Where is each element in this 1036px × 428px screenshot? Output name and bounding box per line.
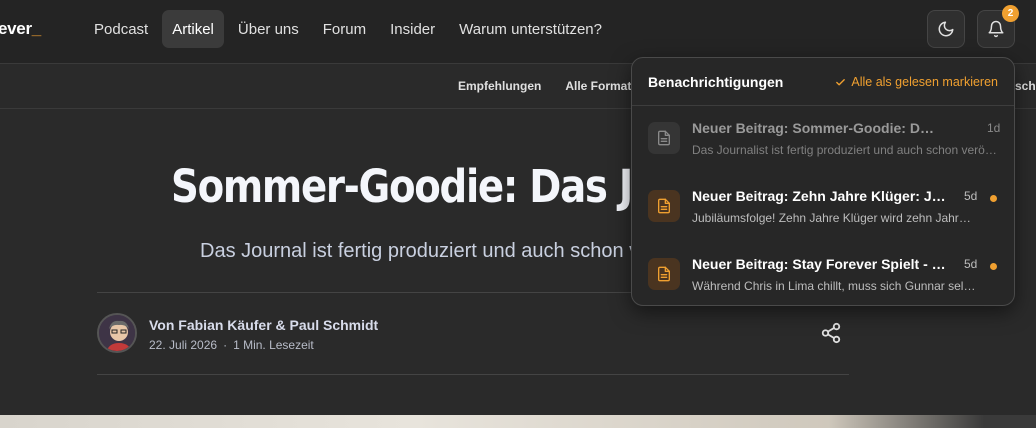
document-icon [658,130,670,146]
theme-toggle-button[interactable] [927,10,965,48]
notification-body: Das Journalist ist fertig produziert und… [692,143,998,157]
notification-icon [648,122,680,154]
logo-text: ever [0,19,32,38]
nav-item-warum-unterstuetzen[interactable]: Warum unterstützen? [449,10,612,48]
notification-count-badge: 2 [1002,5,1019,22]
notification-title: Neuer Beitrag: Stay Forever Spielt - Das… [692,256,954,272]
notifications-panel: Benachrichtigungen Alle als gelesen mark… [631,57,1015,306]
notification-item[interactable]: Neuer Beitrag: Sommer-Goodie: Das Journa… [632,112,1014,178]
moon-icon [938,21,954,37]
subnav-item-empfehlungen[interactable]: Empfehlungen [458,79,541,93]
share-button[interactable] [820,322,842,344]
author-avatar [97,313,137,353]
mark-all-read-button[interactable]: Alle als gelesen markieren [835,75,998,89]
unread-dot [990,263,997,270]
divider [97,374,849,375]
article-author[interactable]: Von Fabian Käufer & Paul Schmidt [149,317,378,333]
notifications-header: Benachrichtigungen Alle als gelesen mark… [632,58,1014,106]
subnav-item-alle-formate[interactable]: Alle Formate [565,79,638,93]
notification-item[interactable]: Neuer Beitrag: Stay Forever Spielt - Das… [632,248,1014,314]
document-icon [658,198,670,214]
site-logo[interactable]: ever_ [0,19,41,39]
notifications-button[interactable]: 2 [977,5,1019,48]
notification-time: 5d [964,257,978,271]
notifications-title: Benachrichtigungen [648,74,784,90]
notification-item[interactable]: Neuer Beitrag: Zehn Jahre Klüger: Jubilä… [632,180,1014,246]
nav-item-ueber-uns[interactable]: Über uns [228,10,309,48]
unread-dot [990,195,997,202]
mark-all-read-label: Alle als gelesen markieren [851,75,998,89]
nav-item-podcast[interactable]: Podcast [84,10,158,48]
bell-icon [988,20,1004,38]
notification-title: Neuer Beitrag: Zehn Jahre Klüger: Jubilä… [692,188,954,204]
nav-item-insider[interactable]: Insider [380,10,445,48]
notification-time: 5d [964,189,978,203]
notification-icon [648,258,680,290]
nav-item-artikel[interactable]: Artikel [162,10,224,48]
notification-body: Jubiläumsfolge! Zehn Jahre Klüger wird z… [692,211,976,225]
article-meta: 22. Juli 2026 · 1 Min. Lesezeit [149,338,314,352]
check-icon [836,78,846,85]
nav-item-forum[interactable]: Forum [313,10,376,48]
article-date: 22. Juli 2026 [149,338,218,352]
top-navigation: ever_ Podcast Artikel Über uns Forum Ins… [0,0,1036,64]
notification-icon [648,190,680,222]
meta-separator: · [223,338,228,352]
notification-title: Neuer Beitrag: Sommer-Goodie: Das Journa… [692,120,936,136]
article-read-time: 1 Min. Lesezeit [233,338,314,352]
document-icon [658,266,670,282]
logo-dash: _ [31,19,41,38]
notification-body: Während Chris in Lima chillt, muss sich … [692,279,976,293]
subnav-item-partial[interactable]: sch [1015,79,1036,93]
hero-image [0,415,1036,428]
main-nav: Podcast Artikel Über uns Forum Insider W… [84,10,612,48]
notification-time: 1d [987,121,1001,135]
share-icon [821,322,841,344]
